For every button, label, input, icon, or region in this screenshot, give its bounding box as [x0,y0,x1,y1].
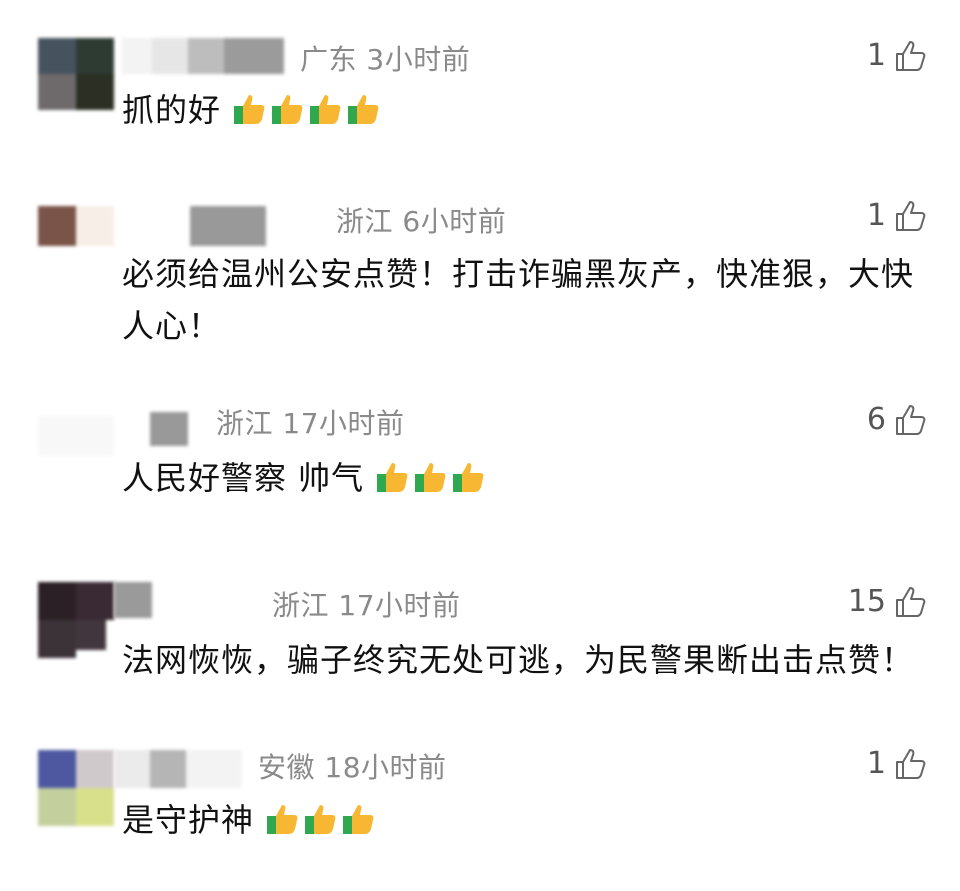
like-button[interactable]: 1 [867,746,928,781]
thumbs-up-emoji-icon [267,805,298,834]
avatar[interactable] [38,582,114,658]
username-redacted[interactable] [122,36,284,76]
comment-item: 浙江 17小时前 15 法网恢恢，骗子终究无处可逃，为民警果断出击点赞！ [0,560,960,720]
thumbs-up-emoji-icon [348,95,379,124]
like-count: 1 [866,38,886,73]
like-count: 6 [866,402,886,437]
thumbs-up-emoji-icon [272,95,303,124]
username-redacted[interactable] [190,206,266,246]
thumbs-up-outline-icon [896,200,926,231]
comment-meta: 安徽 18小时前 [258,751,447,784]
comment-text-content: 人民好警察 帅气 [122,459,365,497]
comment-item: 广东 3小时前 1 抓的好 [0,0,960,170]
thumbs-up-emoji-icon [305,805,336,834]
like-button[interactable]: 1 [867,38,928,73]
comment-text: 必须给温州公安点赞！打击诈骗黑灰产，快准狠，大快人心！ [122,248,922,352]
thumbs-row [254,801,379,839]
username-redacted[interactable] [150,412,190,448]
like-count: 15 [847,584,886,619]
thumbs-up-outline-icon [896,40,926,71]
like-count: 1 [866,198,886,233]
like-button[interactable]: 15 [848,584,928,619]
thumbs-up-outline-icon [896,748,926,779]
comment-text: 法网恢恢，骗子终究无处可逃，为民警果断出击点赞！ [122,634,942,686]
comment-meta: 浙江 17小时前 [216,407,405,440]
thumbs-up-emoji-icon [415,463,446,492]
like-button[interactable]: 1 [867,198,928,233]
comment-meta: 浙江 17小时前 [272,589,461,622]
username-redacted[interactable] [114,582,154,620]
thumbs-up-emoji-icon [453,463,484,492]
like-count: 1 [866,746,886,781]
comment-text: 是守护神 [122,794,932,846]
avatar[interactable] [38,416,114,456]
comment-text: 人民好警察 帅气 [122,452,932,504]
comment-text: 抓的好 [122,84,932,136]
comment-text-content: 是守护神 [122,801,255,839]
avatar[interactable] [38,38,114,110]
username-redacted[interactable] [114,750,244,788]
thumbs-up-emoji-icon [234,95,265,124]
thumbs-up-emoji-icon [310,95,341,124]
avatar[interactable] [38,750,114,826]
thumbs-up-outline-icon [896,586,926,617]
avatar[interactable] [38,206,114,246]
comment-text-content: 法网恢恢，骗子终究无处可逃，为民警果断出击点赞！ [122,641,915,679]
comment-text-content: 抓的好 [122,91,222,129]
thumbs-row [221,91,384,129]
comment-item: 安徽 18小时前 1 是守护神 [0,720,960,891]
like-button[interactable]: 6 [867,402,928,437]
comment-meta: 浙江 6小时前 [336,205,507,238]
comment-item: 浙江 17小时前 6 人民好警察 帅气 [0,380,960,560]
thumbs-up-emoji-icon [377,463,408,492]
thumbs-up-emoji-icon [343,805,374,834]
thumbs-up-outline-icon [896,404,926,435]
comment-item: 浙江 6小时前 1 必须给温州公安点赞！打击诈骗黑灰产，快准狠，大快人心！ [0,170,960,380]
comment-text-content: 必须给温州公安点赞！打击诈骗黑灰产，快准狠，大快人心！ [122,255,915,345]
thumbs-row [364,459,489,497]
comment-meta: 广东 3小时前 [300,43,471,76]
